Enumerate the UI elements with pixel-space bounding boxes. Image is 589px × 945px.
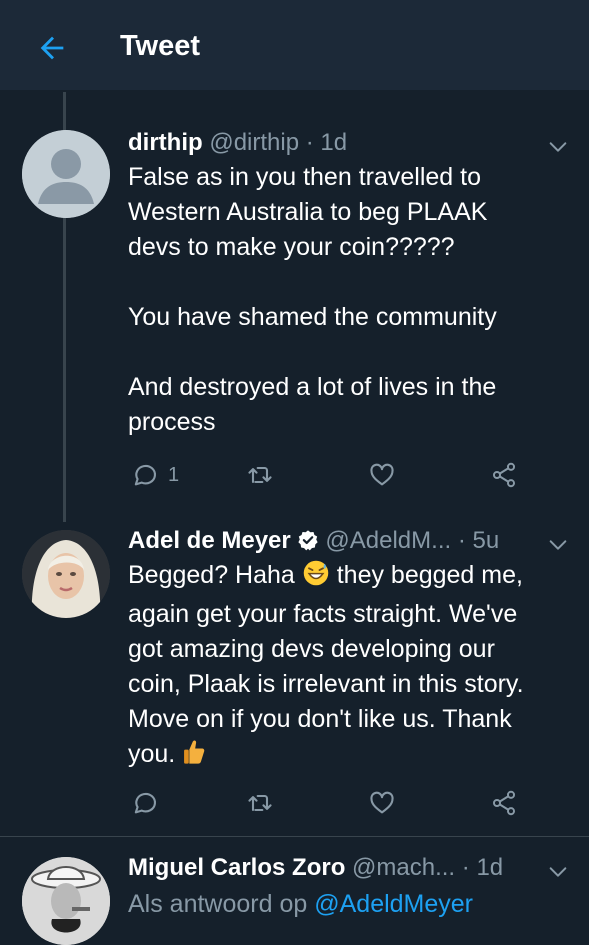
meta-separator: ·	[457, 527, 466, 554]
tweet-text: Begged? Haha they begged me, again get y…	[128, 558, 568, 776]
tweet-actions: 1	[128, 458, 528, 492]
profile-photo	[22, 857, 110, 945]
tweet-time[interactable]: 1d	[320, 129, 347, 156]
retweet-icon	[248, 794, 272, 812]
top-bar: Tweet	[0, 0, 589, 90]
tweet-meta: Miguel Carlos Zoro @mach... · 1d	[128, 853, 568, 883]
meta-separator: ·	[461, 854, 470, 881]
avatar-dirthip[interactable]	[22, 130, 110, 218]
reply-button[interactable]: 1	[130, 458, 179, 492]
chevron-down-icon[interactable]	[547, 534, 569, 556]
reply-icon	[134, 464, 156, 486]
reply-context-prefix: Als antwoord op	[128, 890, 308, 918]
like-button[interactable]	[368, 458, 396, 492]
profile-photo	[22, 530, 110, 618]
author-handle[interactable]: @AdeldM...	[325, 527, 451, 554]
reply-count: 1	[168, 463, 180, 486]
reply-icon	[134, 792, 156, 814]
author-name[interactable]: dirthip	[128, 129, 203, 156]
author-name[interactable]: Adel de Meyer	[128, 527, 291, 554]
chevron-down-icon[interactable]	[547, 861, 569, 883]
reply-mention-link[interactable]: @AdeldMeyer	[314, 890, 473, 918]
tweet-adel[interactable]: Adel de Meyer @AdeldM... · 5u Begged? Ha…	[0, 512, 589, 836]
back-arrow-icon	[40, 36, 64, 60]
like-button[interactable]	[368, 786, 396, 820]
share-icon	[492, 790, 516, 816]
back-button[interactable]	[32, 28, 72, 68]
tweet-actions	[128, 786, 528, 820]
page-title: Tweet	[120, 30, 201, 62]
like-icon	[370, 463, 394, 486]
avatar-miguel[interactable]	[22, 857, 110, 945]
tweet-time[interactable]: 1d	[476, 854, 503, 881]
tweet-meta: Adel de Meyer @AdeldM... · 5u	[128, 526, 568, 556]
tweet-time[interactable]: 5u	[473, 527, 500, 554]
default-avatar-icon	[22, 130, 110, 218]
author-handle[interactable]: @dirthip	[209, 129, 299, 156]
retweet-icon	[248, 466, 272, 484]
tweet-text-part-1: Begged? Haha	[128, 561, 295, 589]
share-button[interactable]	[490, 458, 518, 492]
reply-button[interactable]	[130, 786, 158, 820]
avatar-adel[interactable]	[22, 530, 110, 618]
tweet-miguel[interactable]: Miguel Carlos Zoro @mach... · 1d Als ant…	[0, 837, 589, 945]
grinning-sweat-emoji-icon	[302, 559, 330, 597]
verified-badge-icon	[298, 530, 318, 551]
thumbs-up-emoji-icon	[182, 738, 206, 776]
tweet-meta: dirthip @dirthip · 1d	[128, 128, 568, 158]
share-button[interactable]	[490, 786, 518, 820]
author-name[interactable]: Miguel Carlos Zoro	[128, 854, 345, 881]
tweet-dirthip[interactable]: dirthip @dirthip · 1d False as in you th…	[0, 92, 589, 512]
meta-separator: ·	[305, 129, 314, 156]
like-icon	[370, 791, 394, 814]
author-handle[interactable]: @mach...	[352, 854, 455, 881]
reply-context: Als antwoord op @AdeldMeyer	[128, 887, 568, 921]
share-icon	[492, 462, 516, 488]
retweet-button[interactable]	[246, 786, 274, 820]
tweet-text: False as in you then travelled to Wester…	[128, 163, 497, 436]
chevron-down-icon[interactable]	[547, 136, 569, 158]
retweet-button[interactable]	[246, 458, 274, 492]
